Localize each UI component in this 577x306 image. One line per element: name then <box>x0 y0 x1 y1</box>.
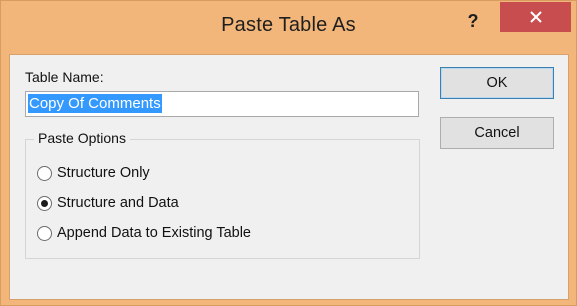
title-bar[interactable]: Paste Table As ? <box>1 1 576 53</box>
table-name-label: Table Name: <box>25 69 104 85</box>
structure-only-radio[interactable] <box>37 165 52 181</box>
option-structure-only[interactable]: Structure Only <box>37 162 150 184</box>
option-structure-and-data[interactable]: Structure and Data <box>37 192 179 214</box>
dialog-body: Table Name: Copy Of Comments Paste Optio… <box>9 54 569 300</box>
structure-and-data-radio[interactable] <box>37 195 52 211</box>
table-name-input[interactable]: Copy Of Comments <box>25 91 419 117</box>
close-button[interactable] <box>500 2 571 32</box>
cancel-button[interactable]: Cancel <box>440 117 554 149</box>
ok-button[interactable]: OK <box>440 67 554 99</box>
table-name-value: Copy Of Comments <box>28 94 162 113</box>
close-icon <box>529 11 542 23</box>
paste-options-legend: Paste Options <box>34 130 130 146</box>
structure-only-label: Structure Only <box>57 165 150 181</box>
option-append-data[interactable]: Append Data to Existing Table <box>37 222 251 244</box>
structure-and-data-label: Structure and Data <box>57 195 179 211</box>
append-data-label: Append Data to Existing Table <box>57 225 252 241</box>
paste-table-dialog: Paste Table As ? Table Name: Copy Of Com… <box>0 0 577 306</box>
append-data-radio[interactable] <box>37 225 52 241</box>
help-button[interactable]: ? <box>456 7 490 35</box>
paste-options-group: Paste Options Structure Only Structure a… <box>25 130 420 259</box>
